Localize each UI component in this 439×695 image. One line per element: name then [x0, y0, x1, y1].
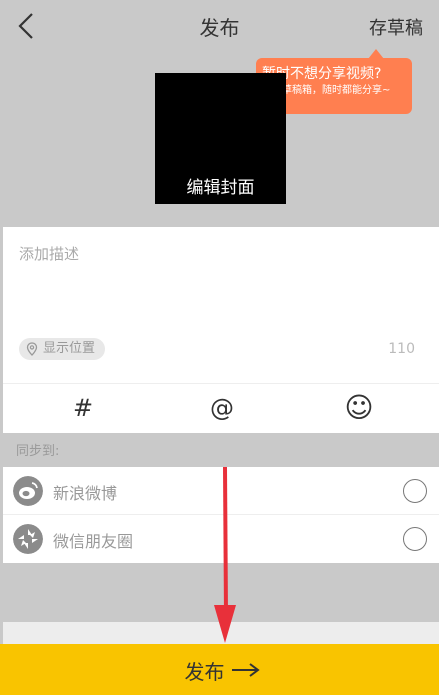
description-area[interactable]: 添加描述 显示位置 110: [3, 227, 439, 383]
weibo-icon: [13, 476, 43, 506]
save-draft-button[interactable]: 存草稿: [369, 14, 423, 40]
sync-row-weibo[interactable]: 新浪微博: [3, 467, 439, 515]
char-count: 110: [388, 341, 415, 357]
arrow-right-icon: [232, 663, 260, 677]
emoji-icon[interactable]: ☺: [343, 392, 375, 424]
description-placeholder: 添加描述: [19, 245, 80, 263]
mention-icon[interactable]: @: [206, 392, 238, 424]
publish-label: 发布: [184, 660, 225, 684]
cover-thumbnail[interactable]: 编辑封面: [155, 73, 286, 204]
wechat-moments-icon: [13, 524, 43, 554]
sync-item-label: 微信朋友圈: [53, 532, 134, 551]
top-bar: 发布 存草稿: [0, 0, 439, 52]
location-pin-icon: [26, 342, 38, 356]
show-location-button[interactable]: 显示位置: [19, 338, 106, 360]
wechat-moments-radio[interactable]: [403, 527, 427, 551]
sync-item-label: 新浪微博: [53, 484, 118, 503]
edit-cover-label: 编辑封面: [186, 178, 255, 198]
weibo-radio[interactable]: [403, 479, 427, 503]
bottom-spacer: [3, 622, 439, 644]
compose-toolbar: # @ ☺: [3, 383, 439, 433]
hashtag-icon[interactable]: #: [67, 392, 99, 424]
sync-to-label: 同步到:: [16, 444, 60, 459]
sync-row-wechat-moments[interactable]: 微信朋友圈: [3, 515, 439, 563]
publish-button[interactable]: 发布: [0, 644, 439, 695]
show-location-label: 显示位置: [43, 341, 96, 356]
sync-list: 新浪微博 微信朋友圈: [3, 467, 439, 563]
